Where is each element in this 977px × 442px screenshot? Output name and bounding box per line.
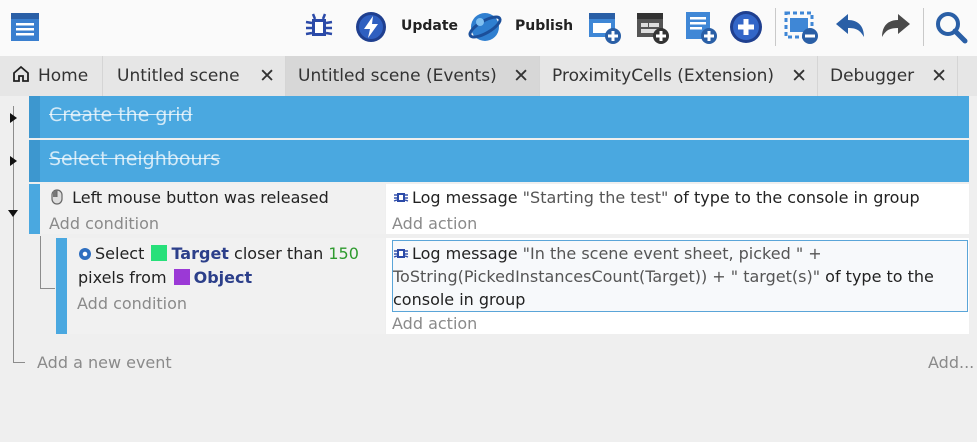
tab-untitled-scene[interactable]: Untitled scene ✕ <box>103 56 286 96</box>
project-manager-icon <box>8 10 42 44</box>
project-manager-button[interactable] <box>6 8 44 46</box>
group-event[interactable]: Select neighbours <box>29 140 969 182</box>
debugger-bug-icon <box>393 189 409 209</box>
expand-arrow-icon[interactable] <box>10 113 17 123</box>
tree-line <box>13 106 14 362</box>
update-label[interactable]: Update <box>401 18 458 34</box>
close-icon[interactable]: ✕ <box>931 65 947 87</box>
action-suffix: of type to the <box>825 267 934 286</box>
redo-button[interactable] <box>877 8 915 46</box>
close-icon[interactable]: ✕ <box>791 65 807 87</box>
tree-line <box>40 236 41 288</box>
close-icon[interactable]: ✕ <box>513 65 529 87</box>
action-param-text: "In the scene event sheet, picked " + <box>522 244 822 263</box>
debugger-bug-icon <box>393 245 409 265</box>
event-conditions[interactable]: Left mouse button was released Add condi… <box>40 184 385 234</box>
action-row[interactable]: Log message "Starting the test" of type … <box>393 188 920 209</box>
condition-row-continued[interactable]: pixels from Object <box>78 268 252 287</box>
action-row-continued[interactable]: console in group <box>393 290 525 309</box>
event-edge <box>56 238 67 334</box>
group-title[interactable]: Create the grid <box>49 104 193 126</box>
add-other-icon <box>728 9 764 45</box>
action-row-continued[interactable]: ToString(PickedInstancesCount(Target)) +… <box>393 267 934 286</box>
action-suffix: of type to the console in group <box>673 188 920 207</box>
add-action-link[interactable]: Add action <box>392 214 477 233</box>
event-actions[interactable]: Log message "In the scene event sheet, p… <box>386 238 969 334</box>
home-icon <box>12 65 30 88</box>
redo-arrow-icon <box>878 9 914 45</box>
add-condition-link[interactable]: Add condition <box>77 294 187 313</box>
action-name: Log message <box>412 244 518 263</box>
tab-untitled-scene-events[interactable]: Untitled scene (Events) ✕ <box>286 56 540 96</box>
condition-text: closer than <box>234 244 324 263</box>
tab-proximitycells-extension[interactable]: ProximityCells (Extension) ✕ <box>540 56 818 96</box>
condition-select: Select <box>95 244 145 263</box>
toolbar-separator <box>923 8 924 46</box>
group-edge <box>29 140 40 182</box>
condition-row[interactable]: Left mouse button was released <box>50 188 329 209</box>
debugger-button[interactable] <box>300 8 338 46</box>
event-actions[interactable]: Log message "Starting the test" of type … <box>386 184 969 234</box>
tab-label: Debugger <box>830 66 915 86</box>
condition-object[interactable]: Target <box>171 244 229 263</box>
object-icon <box>173 269 190 285</box>
add-subevent-icon <box>634 9 670 45</box>
action-name: Log message <box>412 188 518 207</box>
add-other-button[interactable] <box>727 8 765 46</box>
preview-button[interactable] <box>352 8 390 46</box>
expand-arrow-icon[interactable] <box>10 156 17 166</box>
add-action-link[interactable]: Add action <box>392 314 477 333</box>
condition-object[interactable]: Object <box>194 268 253 287</box>
toolbar-separator <box>775 8 776 46</box>
action-param-text: "Starting the test" <box>522 188 669 207</box>
delete-event-button[interactable] <box>782 8 820 46</box>
add-new-event-link[interactable]: Add a new event <box>37 353 172 372</box>
tab-label: Untitled scene <box>117 66 240 86</box>
publish-label[interactable]: Publish <box>515 18 573 34</box>
target-object-icon <box>151 245 168 261</box>
gear-icon <box>78 246 92 265</box>
delete-event-icon <box>783 9 819 45</box>
add-condition-link[interactable]: Add condition <box>49 214 159 233</box>
action-row[interactable]: Log message "In the scene event sheet, p… <box>393 244 822 265</box>
close-icon[interactable]: ✕ <box>259 65 275 87</box>
condition-number[interactable]: 150 <box>328 244 359 263</box>
add-subevent-button[interactable] <box>633 8 671 46</box>
publish-button[interactable] <box>466 8 504 46</box>
add-other-link[interactable]: Add... <box>928 353 974 372</box>
tab-label: Untitled scene (Events) <box>298 66 497 86</box>
undo-arrow-icon <box>832 9 868 45</box>
debugger-bug-icon <box>302 10 336 44</box>
tree-line <box>13 362 25 363</box>
condition-text: Left mouse button was released <box>72 188 329 207</box>
event-edge <box>29 184 40 234</box>
group-event[interactable]: Create the grid <box>29 96 969 138</box>
tab-home[interactable]: Home <box>0 56 103 96</box>
tab-bar: Home Untitled scene ✕ Untitled scene (Ev… <box>0 56 977 96</box>
add-event-icon <box>586 9 622 45</box>
collapse-arrow-icon[interactable] <box>8 210 18 217</box>
add-comment-button[interactable] <box>681 8 719 46</box>
group-edge <box>29 96 40 138</box>
condition-text: pixels from <box>78 268 167 287</box>
tab-debugger[interactable]: Debugger ✕ <box>818 56 958 96</box>
publish-globe-icon <box>467 9 503 45</box>
add-event-button[interactable] <box>585 8 623 46</box>
event-conditions[interactable]: Select Target closer than 150 pixels fro… <box>67 238 385 334</box>
tab-label: ProximityCells (Extension) <box>552 66 774 86</box>
condition-row[interactable]: Select Target closer than 150 <box>78 244 359 265</box>
group-title[interactable]: Select neighbours <box>49 148 220 170</box>
tree-line <box>40 288 55 289</box>
event-sheet: Create the grid Select neighbours Left m… <box>0 96 977 442</box>
toolbar: Update Publish <box>0 0 977 56</box>
search-icon <box>933 9 969 45</box>
add-comment-icon <box>682 9 718 45</box>
mouse-icon <box>50 189 64 209</box>
preview-lightning-icon <box>354 10 388 44</box>
tab-label: Home <box>38 66 89 86</box>
action-param-text: ToString(PickedInstancesCount(Target)) +… <box>393 267 821 286</box>
search-button[interactable] <box>932 8 970 46</box>
undo-button[interactable] <box>831 8 869 46</box>
